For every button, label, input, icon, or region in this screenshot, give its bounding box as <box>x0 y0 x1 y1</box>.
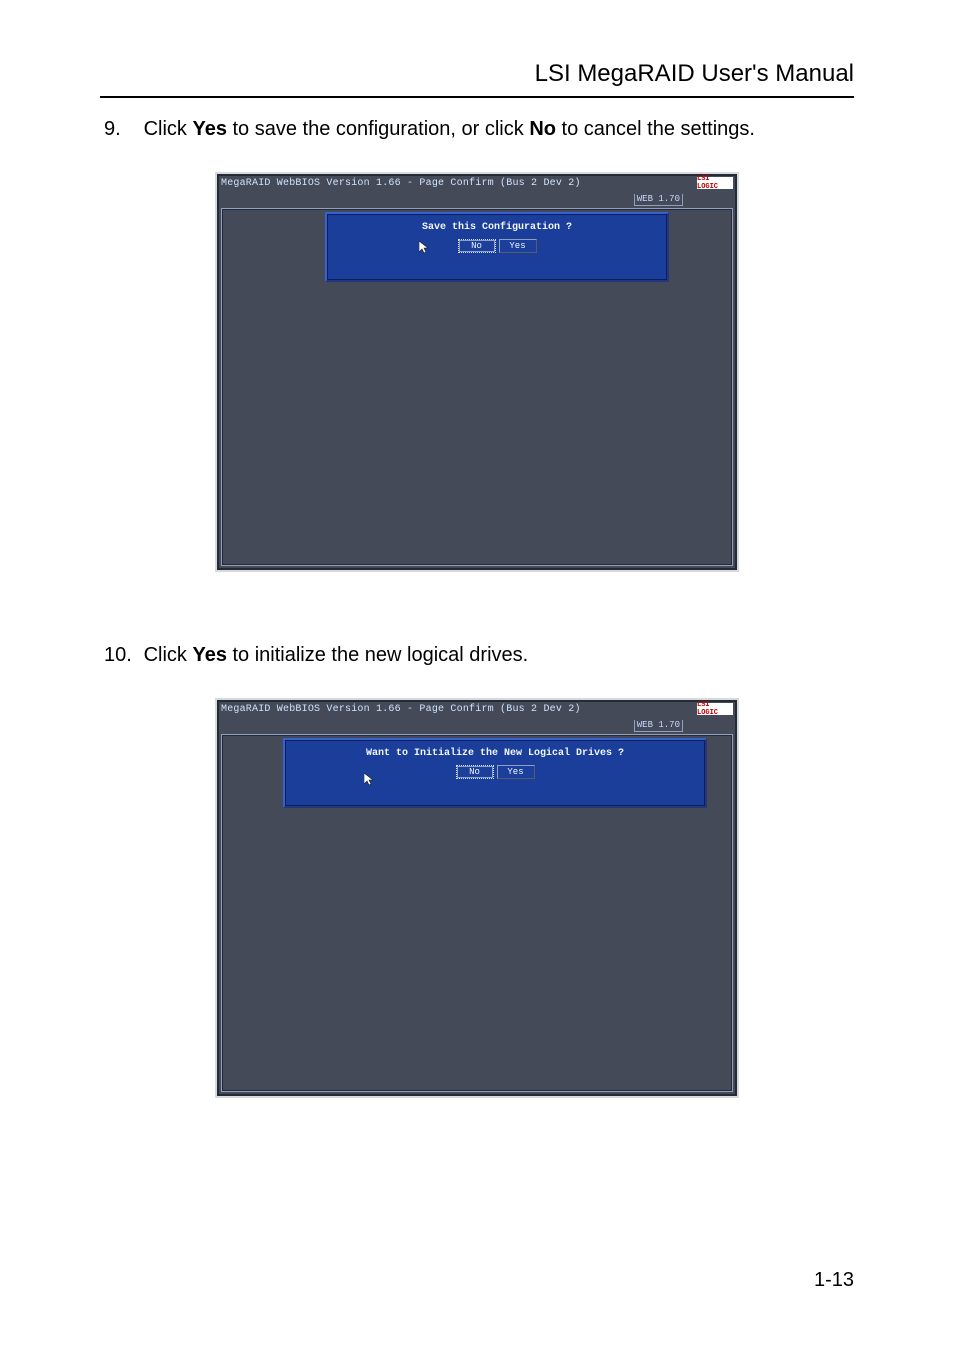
header-rule <box>100 96 854 98</box>
step-9-text-pre: Click <box>144 118 193 140</box>
lsi-logo: LSI LOGIC <box>697 177 733 189</box>
step-10-yes: Yes <box>192 644 226 666</box>
bios-window-title: MegaRAID WebBIOS Version 1.66 - Page Con… <box>221 178 581 189</box>
step-9-text-mid: to save the configuration, or click <box>227 118 529 140</box>
bios-version-tab: WEB 1.70 <box>634 194 683 206</box>
bios-window-title: MegaRAID WebBIOS Version 1.66 - Page Con… <box>221 704 581 715</box>
bios-titlebar: MegaRAID WebBIOS Version 1.66 - Page Con… <box>221 702 733 716</box>
step-9-no: No <box>529 118 556 140</box>
mouse-cursor-icon <box>364 773 373 786</box>
step-10-text-pre: Click <box>144 644 193 666</box>
step-10-number: 10. <box>104 642 138 668</box>
dialog-button-row: No Yes <box>285 765 705 779</box>
mouse-cursor-icon <box>419 241 428 254</box>
step-9-number: 9. <box>104 116 138 142</box>
dialog-button-row: No Yes <box>327 239 667 253</box>
dialog-message: Save this Configuration ? <box>327 222 667 233</box>
page-number: 1-13 <box>814 1269 854 1292</box>
yes-button[interactable]: Yes <box>499 239 537 253</box>
screenshot-init-drives: MegaRAID WebBIOS Version 1.66 - Page Con… <box>215 698 739 1098</box>
bios-titlebar: MegaRAID WebBIOS Version 1.66 - Page Con… <box>221 176 733 190</box>
bios-main-panel: Save this Configuration ? No Yes <box>221 208 733 566</box>
dialog-message: Want to Initialize the New Logical Drive… <box>285 748 705 759</box>
step-9-yes: Yes <box>192 118 226 140</box>
no-button[interactable]: No <box>456 765 494 779</box>
bios-main-panel: Want to Initialize the New Logical Drive… <box>221 734 733 1092</box>
no-button[interactable]: No <box>458 239 496 253</box>
page-header-title: LSI MegaRAID User's Manual <box>100 60 854 92</box>
confirm-dialog: Want to Initialize the New Logical Drive… <box>283 738 707 808</box>
confirm-dialog: Save this Configuration ? No Yes <box>325 212 669 282</box>
bios-version-tab: WEB 1.70 <box>634 720 683 732</box>
step-9: 9. Click Yes to save the configuration, … <box>104 116 854 142</box>
lsi-logo: LSI LOGIC <box>697 703 733 715</box>
step-10: 10. Click Yes to initialize the new logi… <box>104 642 854 668</box>
step-10-text-post: to initialize the new logical drives. <box>227 644 528 666</box>
yes-button[interactable]: Yes <box>497 765 535 779</box>
screenshot-save-config: MegaRAID WebBIOS Version 1.66 - Page Con… <box>215 172 739 572</box>
step-9-text-post: to cancel the settings. <box>556 118 755 140</box>
